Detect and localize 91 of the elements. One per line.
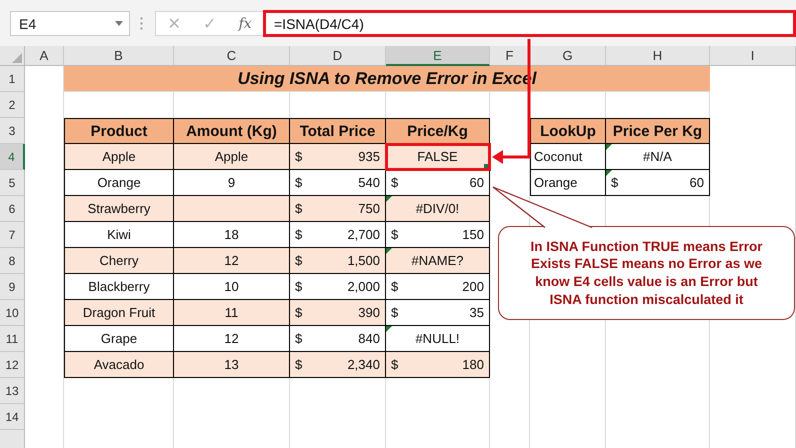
table-cell: 12 <box>174 248 290 274</box>
table-cell: Avacado <box>64 352 174 378</box>
column-header[interactable]: H <box>606 46 710 66</box>
column-header[interactable]: F <box>490 46 530 66</box>
table-cell: Dragon Fruit <box>64 300 174 326</box>
cell-value: 200 <box>462 279 484 294</box>
drag-handle-icon <box>140 17 143 30</box>
fill-handle[interactable] <box>484 164 488 168</box>
cell-value: 840 <box>358 331 380 346</box>
table-cell: 13 <box>174 352 290 378</box>
table-cell: Orange <box>64 170 174 196</box>
name-box[interactable]: E4 <box>10 11 130 36</box>
row-header[interactable]: 14 <box>0 404 25 430</box>
row-header[interactable]: 1 <box>0 66 25 92</box>
currency-symbol: $ <box>391 279 398 294</box>
currency-symbol: $ <box>295 227 302 242</box>
row-header[interactable]: 2 <box>0 92 25 118</box>
cell-value: 1,500 <box>347 253 380 268</box>
table-cell: Cherry <box>64 248 174 274</box>
row-header[interactable]: 9 <box>0 274 25 300</box>
row-header[interactable]: 3 <box>0 118 25 144</box>
currency-symbol: $ <box>391 227 398 242</box>
row-header[interactable]: 12 <box>0 352 25 378</box>
cell-value: 750 <box>358 201 380 216</box>
currency-symbol: $ <box>295 253 302 268</box>
cell-value: 390 <box>358 305 380 320</box>
table-cell: Grape <box>64 326 174 352</box>
row-header[interactable]: 10 <box>0 300 25 326</box>
table-cell: #NAME? <box>386 248 490 274</box>
table-cell: Strawberry <box>64 196 174 222</box>
column-header[interactable]: B <box>64 46 174 66</box>
column-heading: Total Price <box>290 118 386 144</box>
table-cell: #NULL! <box>386 326 490 352</box>
insert-function-button[interactable]: fx <box>238 16 252 32</box>
column-header[interactable]: G <box>530 46 606 66</box>
row-header[interactable]: 4 <box>0 144 25 170</box>
currency-symbol: $ <box>391 305 398 320</box>
currency-symbol: $ <box>295 305 302 320</box>
table-cell: 11 <box>174 300 290 326</box>
cell-value: 540 <box>358 175 380 190</box>
currency-symbol: $ <box>295 279 302 294</box>
table-cell: 18 <box>174 222 290 248</box>
column-heading: LookUp <box>530 118 606 144</box>
cell-value: 35 <box>470 305 484 320</box>
column-header[interactable]: E <box>386 46 490 66</box>
table-cell: Kiwi <box>64 222 174 248</box>
currency-symbol: $ <box>295 175 302 190</box>
column-header[interactable]: D <box>290 46 386 66</box>
currency-symbol: $ <box>295 149 302 164</box>
column-header[interactable]: I <box>710 46 796 66</box>
table-cell: #N/A <box>606 144 710 170</box>
dropdown-caret-icon <box>115 21 123 26</box>
cell-value: 935 <box>358 149 380 164</box>
table-cell: #DIV/0! <box>386 196 490 222</box>
cell-value: 60 <box>470 175 484 190</box>
cell-value: 2,000 <box>347 279 380 294</box>
cell-value: 60 <box>690 175 704 190</box>
currency-symbol: $ <box>611 175 618 190</box>
currency-symbol: $ <box>391 357 398 372</box>
cell-value: 180 <box>462 357 484 372</box>
table-cell: Orange <box>530 170 606 196</box>
row-header[interactable]: 7 <box>0 222 25 248</box>
cell-value: 2,700 <box>347 227 380 242</box>
column-heading: Product <box>64 118 174 144</box>
currency-symbol: $ <box>295 331 302 346</box>
cell-value: 150 <box>462 227 484 242</box>
formula-field[interactable]: =ISNA(D4/C4) <box>263 10 796 37</box>
table-cell: 10 <box>174 274 290 300</box>
callout-text: In ISNA Function TRUE means Error Exists FALSE means no Error as we know E4 cells value is an Error but ISNA function miscalculated it <box>529 238 764 308</box>
currency-symbol: $ <box>391 175 398 190</box>
select-all-icon[interactable] <box>12 53 22 63</box>
column-header[interactable]: A <box>25 46 64 66</box>
table-cell: Coconut <box>530 144 606 170</box>
table-cell: Blackberry <box>64 274 174 300</box>
currency-symbol: $ <box>295 201 302 216</box>
table-cell: Apple <box>174 144 290 170</box>
row-header[interactable]: 13 <box>0 378 25 404</box>
currency-symbol: $ <box>295 357 302 372</box>
row-header[interactable]: 6 <box>0 196 25 222</box>
row-header[interactable]: 11 <box>0 326 25 352</box>
row-header[interactable]: 8 <box>0 248 25 274</box>
table-cell: Apple <box>64 144 174 170</box>
column-heading: Price Per Kg <box>606 118 710 144</box>
column-header[interactable]: C <box>174 46 290 66</box>
cell-value: 2,340 <box>347 357 380 372</box>
column-heading: Amount (Kg) <box>174 118 290 144</box>
table-cell: 12 <box>174 326 290 352</box>
table-cell: 9 <box>174 170 290 196</box>
table-cell: FALSE <box>386 144 490 170</box>
row-header[interactable]: 5 <box>0 170 25 196</box>
column-heading: Price/Kg <box>386 118 490 144</box>
